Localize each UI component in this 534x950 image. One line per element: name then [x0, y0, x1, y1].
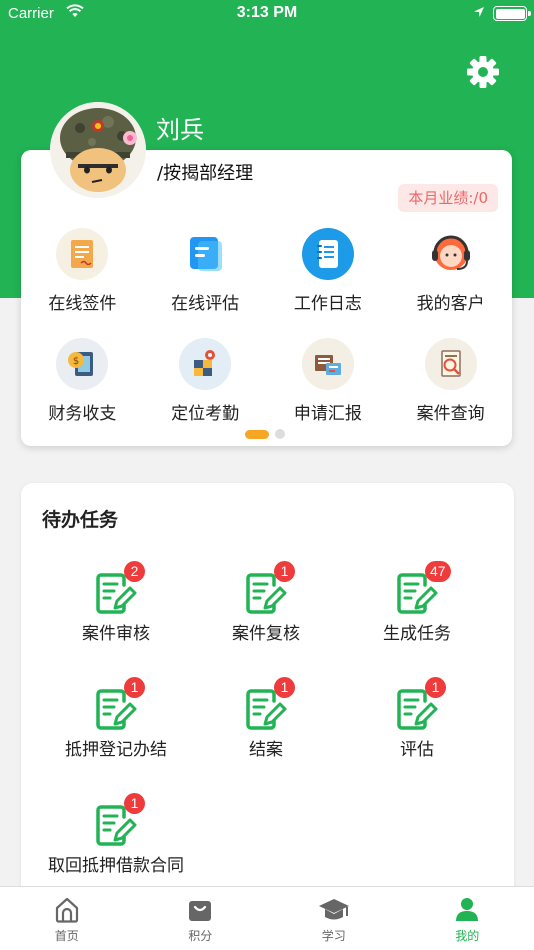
tab-label: 我的 [455, 929, 480, 943]
quick-action-work-log[interactable]: 工作日志 [267, 228, 390, 314]
pending-tasks-card: 待办任务 2 案件审核 1 案件复核 47 生成任务 1 抵押登记办结 1 结案… [21, 483, 514, 903]
quick-action-label: 定位考勤 [171, 404, 240, 424]
task-label: 案件复核 [232, 624, 300, 644]
tab-study[interactable]: 学习 [267, 887, 401, 950]
task-case-recheck[interactable]: 1 案件复核 [191, 561, 341, 644]
task-mortgage-registration[interactable]: 1 抵押登记办结 [41, 677, 191, 760]
task-case-review[interactable]: 2 案件审核 [41, 561, 191, 644]
quick-action-label: 工作日志 [293, 294, 362, 314]
task-label: 取回抵押借款合同 [48, 856, 184, 876]
task-close-case[interactable]: 1 结案 [191, 677, 341, 760]
graduation-cap-icon [318, 899, 349, 920]
notebook-icon [301, 228, 354, 280]
task-count-badge: 1 [124, 793, 145, 814]
avatar[interactable] [50, 102, 146, 198]
task-retrieve-contract[interactable]: 1 取回抵押借款合同 [41, 793, 191, 876]
finance-icon: $ [56, 338, 109, 390]
quick-action-label: 申请汇报 [293, 404, 362, 424]
task-count-badge: 1 [124, 677, 145, 698]
task-count-badge: 47 [425, 561, 451, 582]
tab-points[interactable]: 积分 [134, 887, 268, 950]
quick-action-apply-report[interactable]: 申请汇报 [267, 338, 390, 424]
location-attendance-icon [179, 338, 232, 390]
shopping-bag-icon [189, 901, 212, 921]
task-label: 生成任务 [383, 624, 451, 644]
quick-action-label: 我的客户 [416, 294, 485, 314]
quick-action-label: 在线评估 [171, 294, 240, 314]
evaluation-icon [179, 228, 231, 280]
user-icon [456, 898, 479, 921]
task-document-icon: 1 [94, 677, 145, 731]
quick-actions-grid: 在线签件 在线评估 工作日志 我的客户 $ 财务收支 定位考勤 申请汇报 案件查… [21, 228, 512, 424]
quick-action-my-customers[interactable]: 我的客户 [389, 228, 512, 314]
quick-action-finance[interactable]: $ 财务收支 [21, 338, 144, 424]
svg-text:$: $ [73, 356, 79, 367]
task-document-icon: 47 [395, 561, 451, 615]
page-dot-active[interactable] [245, 429, 269, 439]
customer-service-icon [425, 228, 477, 280]
tab-label: 首页 [54, 929, 79, 943]
task-label: 结案 [249, 740, 283, 760]
battery-icon [493, 6, 531, 21]
quick-action-online-sign[interactable]: 在线签件 [21, 228, 144, 314]
task-document-icon: 2 [94, 561, 145, 615]
pending-tasks-title: 待办任务 [42, 509, 119, 531]
task-generate[interactable]: 47 生成任务 [342, 561, 492, 644]
task-document-icon: 1 [94, 793, 145, 847]
quick-action-label: 案件查询 [416, 404, 485, 424]
page-dot[interactable] [275, 429, 285, 439]
task-label: 抵押登记办结 [65, 740, 167, 760]
quick-action-label: 在线签件 [48, 294, 117, 314]
task-count-badge: 2 [124, 561, 145, 582]
bottom-tab-bar: 首页 积分 学习 我的 [0, 886, 534, 950]
report-icon [301, 338, 354, 390]
task-label: 评估 [400, 740, 434, 760]
task-count-badge: 1 [274, 561, 295, 582]
tab-mine[interactable]: 我的 [401, 887, 534, 950]
task-document-icon: 1 [395, 677, 446, 731]
user-name: 刘兵 [156, 116, 204, 144]
task-count-badge: 1 [274, 677, 295, 698]
task-count-badge: 1 [425, 677, 446, 698]
quick-action-online-evaluation[interactable]: 在线评估 [144, 228, 267, 314]
page-indicator[interactable] [245, 429, 285, 439]
settings-gear-icon[interactable] [466, 55, 500, 89]
quick-action-case-search[interactable]: 案件查询 [389, 338, 512, 424]
user-role: /按揭部经理 [157, 163, 254, 184]
task-document-icon: 1 [244, 561, 295, 615]
tab-home[interactable]: 首页 [0, 887, 134, 950]
tab-label: 积分 [188, 929, 213, 943]
case-search-icon [424, 338, 477, 390]
task-document-icon: 1 [244, 677, 295, 731]
location-arrow-icon [474, 7, 484, 17]
status-bar: Carrier 3:13 PM [0, 0, 534, 30]
quick-action-location-attendance[interactable]: 定位考勤 [144, 338, 267, 424]
document-sign-icon [56, 228, 109, 280]
task-label: 案件审核 [82, 624, 150, 644]
home-icon [55, 897, 78, 923]
tab-label: 学习 [321, 929, 346, 943]
task-evaluation[interactable]: 1 评估 [342, 677, 492, 760]
quick-action-label: 财务收支 [48, 404, 117, 424]
monthly-performance-badge: 本月业绩:/0 [398, 184, 498, 212]
status-time: 3:13 PM [236, 4, 298, 21]
